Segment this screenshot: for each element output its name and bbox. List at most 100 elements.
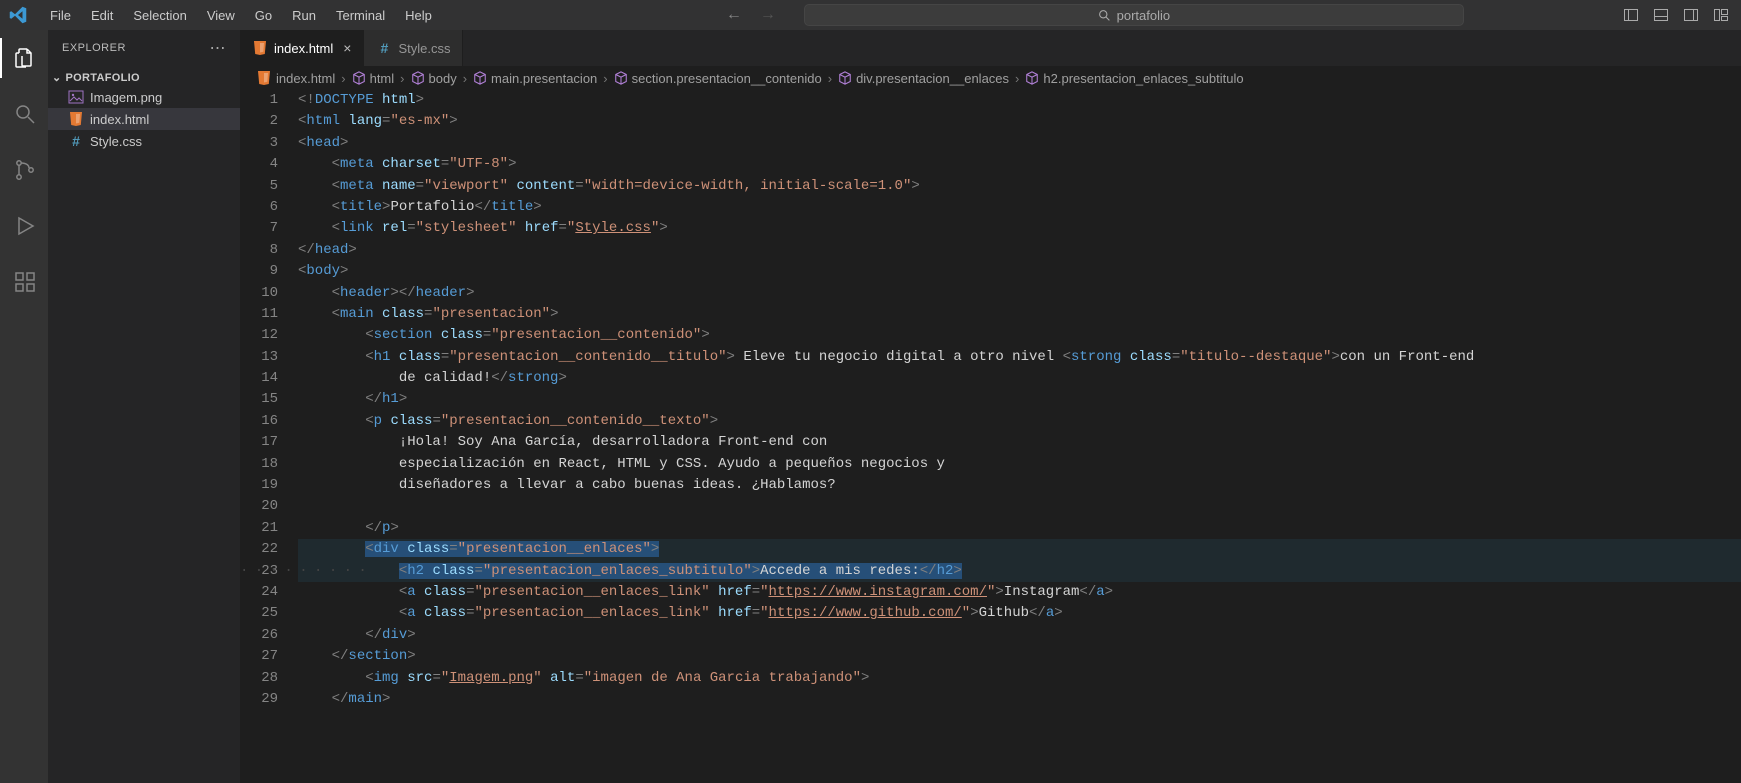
code-line-20[interactable] bbox=[298, 496, 1741, 517]
code-line-19[interactable]: diseñadores a llevar a cabo buenas ideas… bbox=[298, 475, 1741, 496]
code-line-28[interactable]: <img src="Imagem.png" alt="imagen de Ana… bbox=[298, 668, 1741, 689]
chevron-down-icon: ⌄ bbox=[52, 71, 62, 84]
file-Imagem-png[interactable]: Imagem.png bbox=[48, 86, 240, 108]
breadcrumb-separator: › bbox=[463, 71, 467, 86]
file-icon bbox=[68, 89, 84, 105]
command-center[interactable]: portafolio bbox=[804, 4, 1464, 26]
vscode-logo-icon bbox=[8, 5, 28, 25]
code-line-22[interactable]: <div class="presentacion__enlaces"> bbox=[298, 539, 1741, 560]
code-line-13[interactable]: <h1 class="presentacion__contenido__titu… bbox=[298, 347, 1741, 368]
breadcrumb-label: div.presentacion__enlaces bbox=[856, 71, 1009, 86]
source-control-icon[interactable] bbox=[0, 150, 48, 190]
code-line-9[interactable]: <body> bbox=[298, 261, 1741, 282]
code-line-12[interactable]: <section class="presentacion__contenido"… bbox=[298, 325, 1741, 346]
code-line-8[interactable]: </head> bbox=[298, 240, 1741, 261]
code-content[interactable]: <!DOCTYPE html><html lang="es-mx"><head>… bbox=[298, 90, 1741, 783]
editor-area: index.html × # Style.css index.html › html › bo… bbox=[240, 30, 1741, 783]
breadcrumbs: index.html › html › body › main.presentacion › s… bbox=[240, 66, 1741, 90]
breadcrumb-separator: › bbox=[603, 71, 607, 86]
code-line-6[interactable]: <title>Portafolio</title> bbox=[298, 197, 1741, 218]
sidebar-title: EXPLORER bbox=[62, 42, 126, 54]
search-text: portafolio bbox=[1117, 8, 1170, 23]
code-line-2[interactable]: <html lang="es-mx"> bbox=[298, 111, 1741, 132]
tab-label: Style.css bbox=[398, 41, 450, 56]
code-line-11[interactable]: <main class="presentacion"> bbox=[298, 304, 1741, 325]
menu-file[interactable]: File bbox=[40, 4, 81, 27]
breadcrumb-icon bbox=[473, 71, 487, 85]
breadcrumb-item[interactable]: body bbox=[411, 71, 457, 86]
run-debug-icon[interactable] bbox=[0, 206, 48, 246]
close-icon[interactable]: × bbox=[343, 40, 351, 56]
menu-edit[interactable]: Edit bbox=[81, 4, 123, 27]
nav-forward-icon[interactable]: → bbox=[760, 6, 776, 24]
breadcrumb-item[interactable]: index.html bbox=[256, 70, 335, 86]
breadcrumb-item[interactable]: section.presentacion__contenido bbox=[614, 71, 822, 86]
breadcrumb-label: main.presentacion bbox=[491, 71, 597, 86]
nav-back-icon[interactable]: ← bbox=[726, 6, 742, 24]
customize-layout-icon[interactable] bbox=[1713, 7, 1729, 23]
breadcrumb-item[interactable]: div.presentacion__enlaces bbox=[838, 71, 1009, 86]
code-line-5[interactable]: <meta name="viewport" content="width=dev… bbox=[298, 176, 1741, 197]
explorer-sidebar: EXPLORER ⋯ ⌄ PORTAFOLIO Imagem.pngindex.… bbox=[48, 30, 240, 783]
breadcrumb-label: index.html bbox=[276, 71, 335, 86]
code-line-26[interactable]: </div> bbox=[298, 625, 1741, 646]
search-icon[interactable] bbox=[0, 94, 48, 134]
extensions-icon[interactable] bbox=[0, 262, 48, 302]
code-line-10[interactable]: <header></header> bbox=[298, 283, 1741, 304]
menu-view[interactable]: View bbox=[197, 4, 245, 27]
code-line-25[interactable]: <a class="presentacion__enlaces_link" hr… bbox=[298, 603, 1741, 624]
code-editor[interactable]: 1234567891011121314151617181920212223242… bbox=[240, 90, 1741, 783]
file-icon bbox=[252, 40, 268, 56]
layout-panel-icon[interactable] bbox=[1653, 7, 1669, 23]
menu-terminal[interactable]: Terminal bbox=[326, 4, 395, 27]
file-label: Style.css bbox=[90, 134, 142, 149]
code-line-4[interactable]: <meta charset="UTF-8"> bbox=[298, 154, 1741, 175]
code-line-27[interactable]: </section> bbox=[298, 646, 1741, 667]
activity-bar bbox=[0, 30, 48, 783]
breadcrumb-icon bbox=[614, 71, 628, 85]
more-actions-icon[interactable]: ⋯ bbox=[210, 38, 227, 58]
code-line-15[interactable]: </h1> bbox=[298, 389, 1741, 410]
file-Style-css[interactable]: # Style.css bbox=[48, 130, 240, 152]
file-index-html[interactable]: index.html bbox=[48, 108, 240, 130]
code-line-14[interactable]: de calidad!</strong> bbox=[298, 368, 1741, 389]
line-numbers: 1234567891011121314151617181920212223242… bbox=[240, 90, 298, 783]
code-line-3[interactable]: <head> bbox=[298, 133, 1741, 154]
layout-sidebar-left-icon[interactable] bbox=[1623, 7, 1639, 23]
breadcrumb-icon bbox=[352, 71, 366, 85]
explorer-icon[interactable] bbox=[0, 38, 48, 78]
sidebar-header: EXPLORER ⋯ bbox=[48, 30, 240, 65]
menu-go[interactable]: Go bbox=[245, 4, 282, 27]
code-line-16[interactable]: <p class="presentacion__contenido__texto… bbox=[298, 411, 1741, 432]
breadcrumb-item[interactable]: html bbox=[352, 71, 395, 86]
code-line-17[interactable]: ¡Hola! Soy Ana García, desarrolladora Fr… bbox=[298, 432, 1741, 453]
menu-help[interactable]: Help bbox=[395, 4, 442, 27]
file-icon: # bbox=[376, 40, 392, 56]
tab-index-html[interactable]: index.html × bbox=[240, 30, 364, 66]
menu-selection[interactable]: Selection bbox=[123, 4, 196, 27]
menu-run[interactable]: Run bbox=[282, 4, 326, 27]
project-header[interactable]: ⌄ PORTAFOLIO bbox=[48, 69, 240, 86]
file-icon: # bbox=[68, 133, 84, 149]
breadcrumb-label: html bbox=[370, 71, 395, 86]
breadcrumb-item[interactable]: h2.presentacion_enlaces_subtitulo bbox=[1025, 71, 1243, 86]
breadcrumb-separator: › bbox=[400, 71, 404, 86]
code-line-23[interactable]: <h2 class="presentacion_enlaces_subtitul… bbox=[298, 561, 1741, 582]
code-line-7[interactable]: <link rel="stylesheet" href="Style.css"> bbox=[298, 218, 1741, 239]
breadcrumb-icon bbox=[838, 71, 852, 85]
search-icon bbox=[1098, 9, 1111, 22]
code-line-29[interactable]: </main> bbox=[298, 689, 1741, 710]
layout-sidebar-right-icon[interactable] bbox=[1683, 7, 1699, 23]
breadcrumb-icon bbox=[256, 70, 272, 86]
breadcrumb-label: section.presentacion__contenido bbox=[632, 71, 822, 86]
breadcrumb-separator: › bbox=[341, 71, 345, 86]
breadcrumb-label: body bbox=[429, 71, 457, 86]
code-line-24[interactable]: <a class="presentacion__enlaces_link" hr… bbox=[298, 582, 1741, 603]
tab-Style-css[interactable]: # Style.css bbox=[364, 30, 463, 66]
tab-label: index.html bbox=[274, 41, 333, 56]
code-line-21[interactable]: </p> bbox=[298, 518, 1741, 539]
breadcrumb-separator: › bbox=[1015, 71, 1019, 86]
breadcrumb-item[interactable]: main.presentacion bbox=[473, 71, 597, 86]
code-line-1[interactable]: <!DOCTYPE html> bbox=[298, 90, 1741, 111]
code-line-18[interactable]: especialización en React, HTML y CSS. Ay… bbox=[298, 454, 1741, 475]
